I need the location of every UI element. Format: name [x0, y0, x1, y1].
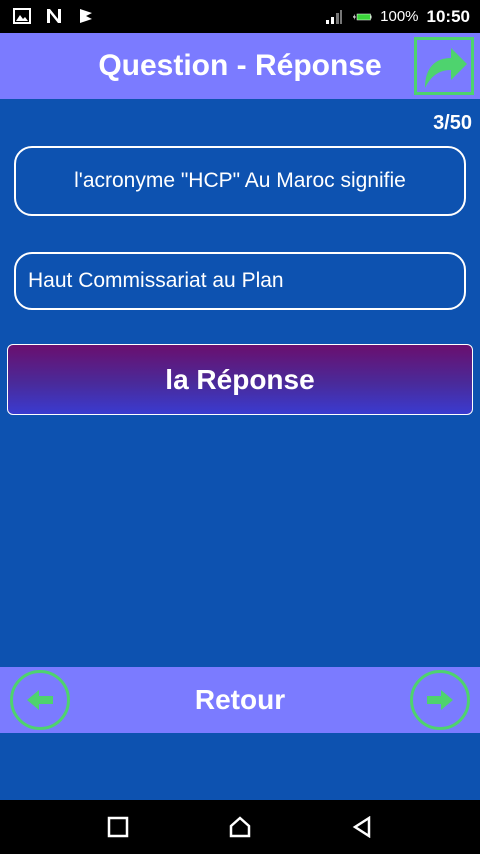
recents-button[interactable]: [101, 810, 135, 844]
arrow-left-icon: [27, 690, 53, 710]
battery-percent: 100%: [380, 8, 419, 25]
back-triangle-icon: [352, 816, 371, 838]
footer-bar: Retour: [0, 667, 480, 733]
page-title: Question - Réponse: [98, 49, 382, 82]
square-icon: [107, 816, 129, 838]
flag-app-icon: [76, 6, 96, 26]
question-text: l'acronyme "HCP" Au Maroc signifie: [74, 169, 406, 192]
previous-button[interactable]: [10, 670, 70, 730]
share-button[interactable]: [414, 37, 474, 95]
arrow-right-icon: [427, 690, 453, 710]
answer-box: Haut Commissariat au Plan: [14, 252, 466, 310]
system-back-button[interactable]: [345, 810, 379, 844]
home-icon: [229, 816, 251, 838]
system-nav-bar: [0, 800, 480, 854]
status-bar: 100% 10:50: [0, 0, 480, 33]
home-button[interactable]: [223, 810, 257, 844]
question-counter: 3/50: [433, 112, 472, 134]
question-box: l'acronyme "HCP" Au Maroc signifie: [14, 146, 466, 216]
reveal-answer-button[interactable]: la Réponse: [7, 344, 473, 415]
battery-icon: [352, 7, 372, 27]
back-button[interactable]: Retour: [0, 667, 480, 733]
answer-text: Haut Commissariat au Plan: [28, 269, 284, 292]
clock: 10:50: [426, 6, 470, 26]
n-app-icon: [44, 6, 64, 26]
next-button[interactable]: [410, 670, 470, 730]
gallery-icon: [12, 6, 32, 26]
share-arrow-icon: [425, 48, 467, 88]
signal-icon: [324, 7, 344, 27]
header-bar: Question - Réponse: [0, 33, 480, 99]
